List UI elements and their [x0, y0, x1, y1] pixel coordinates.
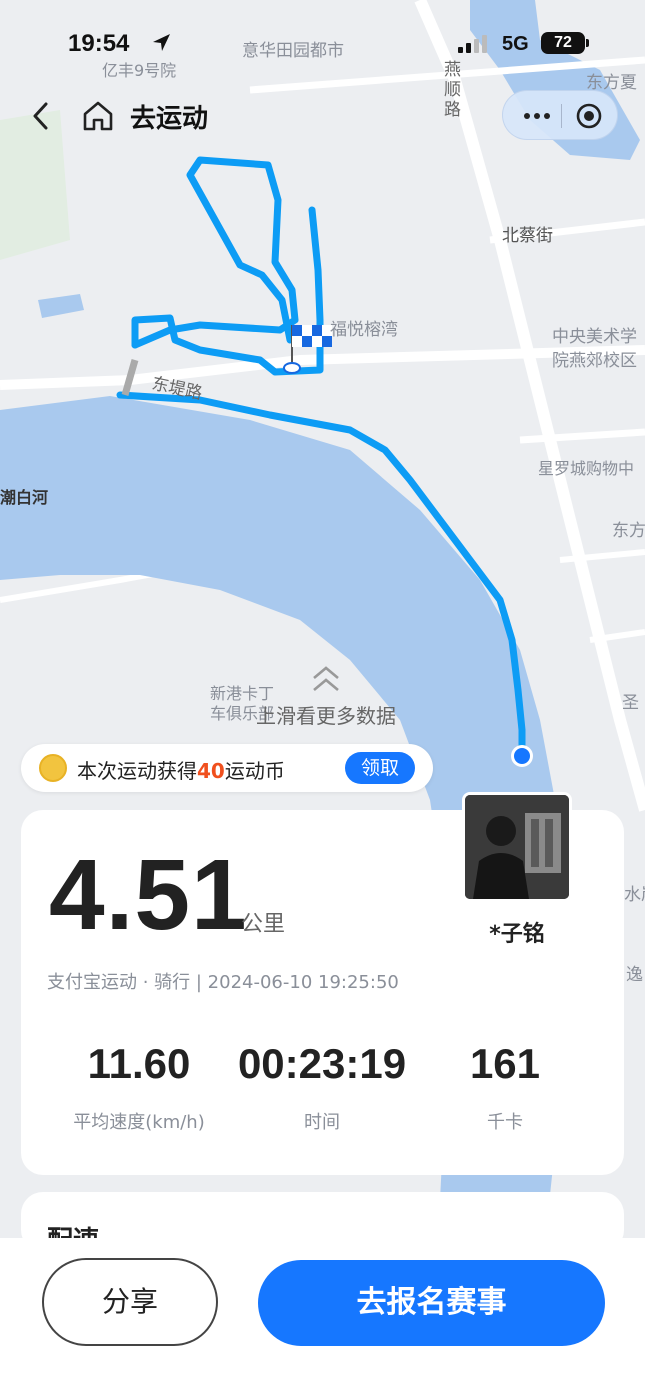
battery-tip: [586, 39, 589, 47]
signup-event-button[interactable]: 去报名赛事: [258, 1260, 605, 1346]
status-sub-location: 亿丰9号院: [102, 61, 177, 80]
distance-unit: 公里: [241, 912, 286, 937]
chevron-up-icon: [313, 666, 339, 691]
status-time: 19:54: [68, 30, 130, 57]
user-name: *子铭: [489, 922, 545, 947]
back-arrow-icon[interactable]: [28, 96, 54, 136]
location-arrow-icon: [153, 34, 170, 51]
coin-text-suffix: 运动币: [224, 759, 285, 783]
map-label-yanjiao: 院燕郊校区: [552, 351, 637, 371]
map-label-dongfang-mid: 东方: [612, 521, 645, 541]
calories-value: 161: [469, 1040, 541, 1087]
avatar[interactable]: [462, 792, 572, 902]
coin-text-prefix: 本次运动获得: [77, 759, 197, 783]
avg-speed-label: 平均速度(km/h): [73, 1112, 205, 1133]
stats-card: 4.51 公里 *子铭 支付宝运动 · 骑行 | 2024-06-10 19:2…: [21, 792, 624, 1175]
map-label-yi: 逸: [626, 965, 643, 985]
coin-reward-text: 本次运动获得40运动币: [77, 755, 285, 784]
map-label-beicai: 北蔡街: [502, 226, 553, 246]
map-label-shui: 水岸: [624, 885, 645, 905]
distance-value: 4.51: [49, 839, 248, 951]
activity-meta: 支付宝运动 · 骑行 | 2024-06-10 19:25:50: [47, 972, 399, 993]
share-button[interactable]: 分享: [42, 1258, 218, 1346]
swipe-up-hint[interactable]: 上滑看更多数据: [246, 664, 406, 728]
map-label-sheng: 圣: [622, 693, 639, 713]
calories-label: 千卡: [487, 1112, 523, 1133]
page-title: 去运动: [130, 104, 209, 134]
map-label-zhongyang: 中央美术学: [552, 327, 637, 347]
signal-icon: [458, 35, 487, 53]
map-label-chaobai: 潮白河: [0, 488, 49, 507]
bottom-action-bar: 分享 去报名赛事: [0, 1238, 645, 1398]
coin-amount: 40: [197, 759, 225, 783]
coin-icon: [39, 754, 67, 782]
capsule-divider: [561, 104, 562, 128]
nav-bar: 去运动: [0, 88, 645, 144]
more-icon[interactable]: [517, 101, 557, 131]
claim-button[interactable]: 领取: [345, 752, 415, 784]
close-target-icon[interactable]: [571, 99, 607, 133]
map-label-xingluo: 星罗城购物中: [538, 459, 635, 478]
avg-speed-value: 11.60: [87, 1040, 191, 1087]
mini-program-capsule: [502, 90, 618, 140]
network-type: 5G: [502, 33, 529, 55]
duration-value: 00:23:19: [237, 1040, 407, 1087]
duration-label: 时间: [304, 1112, 340, 1133]
battery-icon: 72: [541, 32, 585, 54]
avatar-image: [465, 795, 569, 899]
map-label-fuyue: 福悦榕湾: [330, 320, 398, 340]
coin-reward-banner: 本次运动获得40运动币 领取: [21, 744, 433, 792]
swipe-up-text: 上滑看更多数据: [256, 704, 396, 728]
home-icon[interactable]: [80, 98, 116, 134]
status-bar: 19:54 亿丰9号院 5G 72: [0, 0, 645, 80]
